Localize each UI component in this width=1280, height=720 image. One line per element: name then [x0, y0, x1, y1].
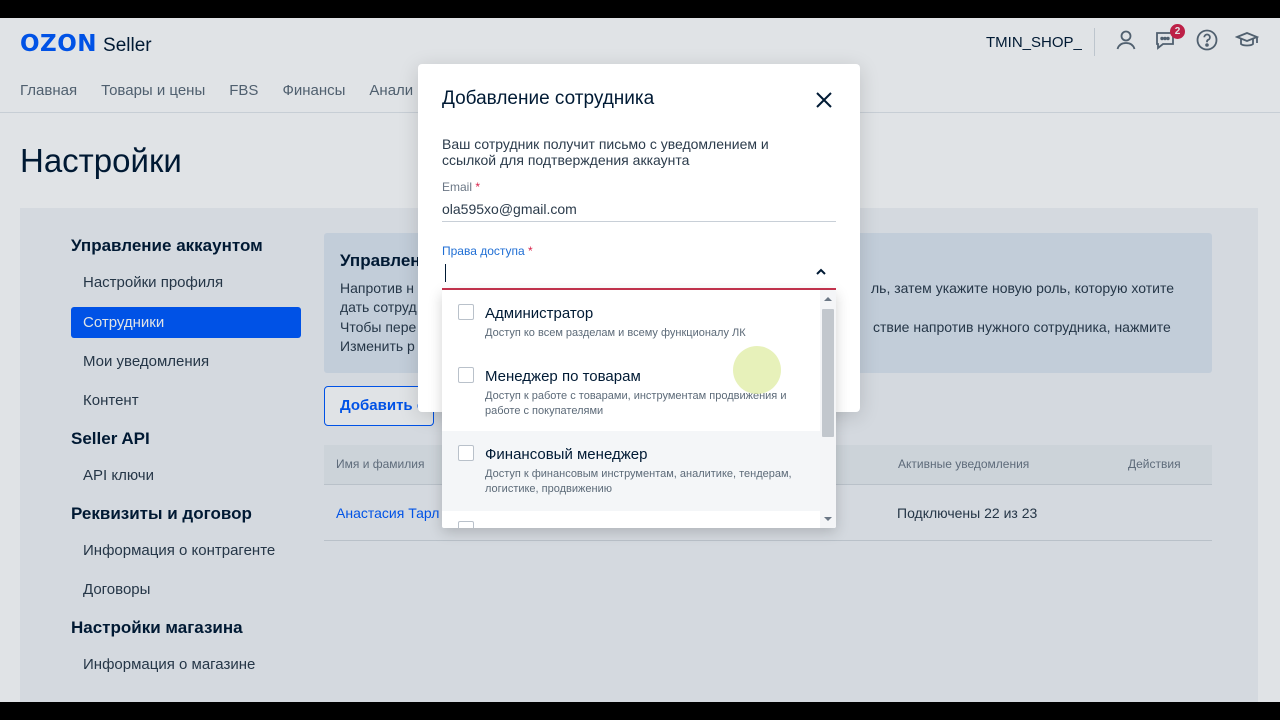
chevron-up-icon[interactable]	[814, 265, 828, 279]
access-rights-dropdown: Администратор Доступ ко всем разделам и …	[442, 290, 836, 528]
close-icon[interactable]	[814, 90, 834, 110]
email-label-text: Email	[442, 180, 473, 194]
seller-page: OZON Seller TMIN_SHOP_ 2 Главная Товары …	[0, 18, 1280, 702]
access-rights-select[interactable]	[442, 260, 836, 290]
option-next-partial[interactable]	[442, 511, 820, 528]
option-checkbox[interactable]	[458, 521, 474, 528]
option-checkbox[interactable]	[458, 304, 474, 320]
option-description: Доступ к финансовым инструментам, аналит…	[485, 468, 792, 495]
modal-description: Ваш сотрудник получит письмо с уведомлен…	[442, 136, 769, 168]
cursor-highlight	[733, 346, 781, 394]
scroll-thumb[interactable]	[822, 309, 834, 437]
option-checkbox[interactable]	[458, 367, 474, 383]
required-mark: *	[475, 180, 481, 194]
dropdown-scrollbar[interactable]	[820, 290, 836, 528]
option-title: Менеджер по товарам	[485, 368, 641, 385]
access-label-text: Права доступа	[442, 244, 525, 258]
modal-title: Добавление сотрудника	[442, 88, 655, 109]
required-mark: *	[528, 244, 533, 258]
scroll-up-icon[interactable]	[824, 295, 832, 303]
option-administrator[interactable]: Администратор Доступ ко всем разделам и …	[442, 290, 820, 353]
email-label: Email *	[442, 180, 480, 194]
text-caret	[445, 264, 446, 282]
option-finance-manager[interactable]: Финансовый менеджер Доступ к финансовым …	[442, 431, 820, 511]
scroll-down-icon[interactable]	[824, 515, 832, 523]
option-description: Доступ ко всем разделам и всему функцион…	[485, 327, 746, 339]
option-title: Администратор	[485, 305, 594, 322]
access-label: Права доступа *	[442, 244, 533, 258]
email-field[interactable]	[442, 196, 836, 222]
option-title: Финансовый менеджер	[485, 446, 648, 463]
option-checkbox[interactable]	[458, 445, 474, 461]
